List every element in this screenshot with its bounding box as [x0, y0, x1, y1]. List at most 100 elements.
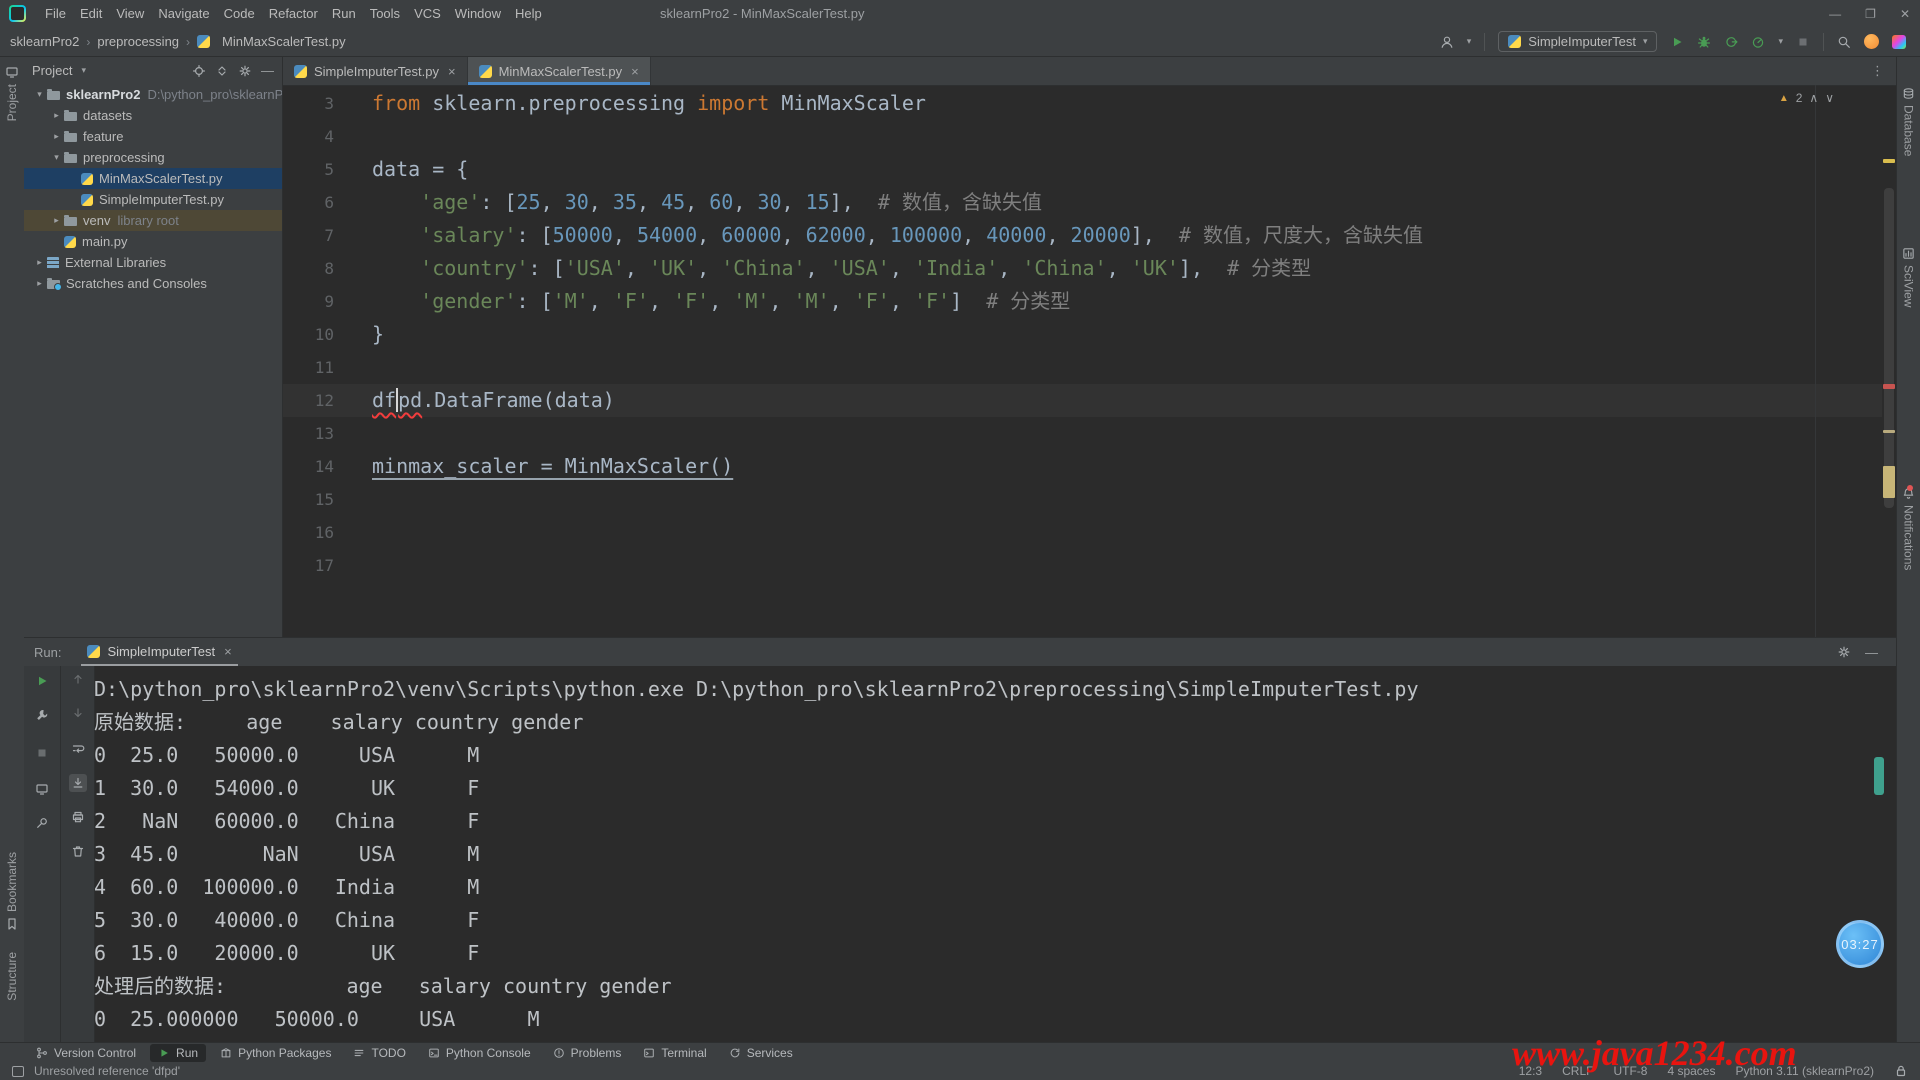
profiler-dropdown-icon[interactable]: ▾	[1778, 36, 1783, 47]
code-line-13[interactable]: 13	[283, 417, 1882, 450]
line-number[interactable]: 14	[283, 450, 360, 483]
clear-console-icon[interactable]	[71, 844, 85, 858]
code-line-12[interactable]: 12dfpd.DataFrame(data)	[283, 384, 1882, 417]
menu-run[interactable]: Run	[325, 2, 363, 25]
line-number[interactable]: 7	[283, 219, 360, 252]
prev-problem-icon[interactable]: ∧	[1809, 91, 1818, 105]
line-number[interactable]: 13	[283, 417, 360, 450]
menu-navigate[interactable]: Navigate	[151, 2, 216, 25]
menu-file[interactable]: File	[38, 2, 73, 25]
code-line-9[interactable]: 9 'gender': ['M', 'F', 'F', 'M', 'M', 'F…	[283, 285, 1882, 318]
minimize-icon[interactable]: —	[1829, 7, 1841, 21]
tool-stripe-structure[interactable]: Structure	[0, 952, 24, 1001]
scroll-to-end-icon[interactable]	[69, 774, 87, 792]
close-icon[interactable]: ✕	[1900, 7, 1910, 21]
scrollbar-thumb[interactable]	[1884, 188, 1894, 508]
stripe-mark-block[interactable]	[1883, 466, 1895, 498]
inspections-widget[interactable]: ▲ 2 ∧ ∨	[1779, 91, 1834, 105]
tool-stripe-notifications[interactable]: Notifications	[1897, 487, 1920, 570]
tree-item-main-py[interactable]: main.py	[24, 231, 282, 252]
line-number[interactable]: 6	[283, 186, 360, 219]
debug-button[interactable]	[1697, 35, 1711, 49]
tool-window-button-python-packages[interactable]: Python Packages	[212, 1044, 339, 1062]
tool-stripe-project[interactable]: Project	[0, 65, 24, 121]
breadcrumb-item[interactable]: preprocessing	[97, 34, 179, 49]
tool-stripe-database[interactable]: Database	[1897, 87, 1920, 156]
tool-window-button-python-console[interactable]: Python Console	[420, 1044, 539, 1062]
tree-item-minmaxscalertest-py[interactable]: MinMaxScalerTest.py	[24, 168, 282, 189]
editor-tab-options-icon[interactable]: ⋮	[1859, 57, 1896, 85]
error-stripe-mark[interactable]	[1883, 384, 1895, 389]
run-config-select[interactable]: SimpleImputerTest ▾	[1498, 31, 1657, 52]
tree-item-feature[interactable]: ▸feature	[24, 126, 282, 147]
line-number[interactable]: 8	[283, 252, 360, 285]
tree-item-preprocessing[interactable]: ▾preprocessing	[24, 147, 282, 168]
warning-stripe-mark[interactable]	[1883, 159, 1895, 163]
tree-item-simpleimputertest-py[interactable]: SimpleImputerTest.py	[24, 189, 282, 210]
tree-item-datasets[interactable]: ▸datasets	[24, 105, 282, 126]
project-view-dropdown-icon[interactable]: ▾	[81, 65, 86, 76]
tree-chevron-icon[interactable]: ▸	[32, 257, 47, 268]
stripe-mark[interactable]	[1883, 430, 1895, 433]
tool-stripe-bookmarks[interactable]: Bookmarks	[0, 852, 24, 931]
line-number[interactable]: 12	[283, 384, 360, 417]
rerun-button[interactable]	[35, 674, 49, 688]
code-line-11[interactable]: 11	[283, 351, 1882, 384]
code-line-7[interactable]: 7 'salary': [50000, 54000, 60000, 62000,…	[283, 219, 1882, 252]
search-everywhere-icon[interactable]	[1837, 35, 1851, 49]
select-opened-file-icon[interactable]	[192, 64, 206, 78]
tree-item-scratches-and-consoles[interactable]: ▸Scratches and Consoles	[24, 273, 282, 294]
tree-item-venv[interactable]: ▸venvlibrary root	[24, 210, 282, 231]
menu-code[interactable]: Code	[217, 2, 262, 25]
console-scrollbar-thumb[interactable]	[1874, 757, 1884, 795]
settings-icon[interactable]	[238, 64, 252, 78]
close-icon[interactable]: ×	[448, 64, 456, 79]
tool-window-button-run[interactable]: Run	[150, 1044, 206, 1062]
tool-window-button-todo[interactable]: TODO	[345, 1044, 413, 1062]
soft-wrap-icon[interactable]	[71, 742, 85, 756]
tool-window-button-version-control[interactable]: Version Control	[28, 1044, 144, 1062]
menu-window[interactable]: Window	[448, 2, 508, 25]
tree-chevron-icon[interactable]: ▾	[49, 152, 64, 163]
code-line-8[interactable]: 8 'country': ['USA', 'UK', 'China', 'USA…	[283, 252, 1882, 285]
menu-refactor[interactable]: Refactor	[262, 2, 325, 25]
coverage-button[interactable]	[1724, 35, 1738, 49]
code-line-3[interactable]: 3from sklearn.preprocessing import MinMa…	[283, 87, 1882, 120]
user-profile-icon[interactable]	[1440, 35, 1454, 49]
menu-vcs[interactable]: VCS	[407, 2, 448, 25]
tool-stripe-sciview[interactable]: SciView	[1897, 247, 1920, 307]
editor-tab-simpleimputertest-py[interactable]: SimpleImputerTest.py×	[283, 57, 468, 85]
breadcrumb-item[interactable]: sklearnPro2	[10, 34, 79, 49]
tree-chevron-icon[interactable]: ▸	[49, 110, 64, 121]
jetbrains-toolbox-icon[interactable]	[1892, 35, 1906, 49]
run-tab[interactable]: SimpleImputerTest ×	[81, 638, 237, 666]
restore-icon[interactable]: ❐	[1865, 7, 1876, 21]
editor-scrollbar[interactable]	[1882, 85, 1896, 637]
line-number[interactable]: 11	[283, 351, 360, 384]
tool-window-button-terminal[interactable]: Terminal	[635, 1044, 714, 1062]
run-settings-icon[interactable]	[1837, 645, 1851, 659]
print-icon[interactable]	[71, 810, 85, 824]
code-line-14[interactable]: 14minmax_scaler = MinMaxScaler()	[283, 450, 1882, 483]
edit-configuration-icon[interactable]	[35, 708, 49, 722]
code-line-15[interactable]: 15	[283, 483, 1882, 516]
line-number[interactable]: 17	[283, 549, 360, 582]
code-line-10[interactable]: 10}	[283, 318, 1882, 351]
update-badge-icon[interactable]	[1864, 34, 1879, 49]
code-line-16[interactable]: 16	[283, 516, 1882, 549]
menu-tools[interactable]: Tools	[363, 2, 407, 25]
readonly-lock-icon[interactable]	[1894, 1064, 1908, 1078]
line-number[interactable]: 16	[283, 516, 360, 549]
menu-edit[interactable]: Edit	[73, 2, 109, 25]
tree-item-external-libraries[interactable]: ▸External Libraries	[24, 252, 282, 273]
hide-panel-icon[interactable]: —	[261, 63, 274, 78]
line-number[interactable]: 5	[283, 153, 360, 186]
close-icon[interactable]: ×	[631, 64, 639, 79]
line-number[interactable]: 15	[283, 483, 360, 516]
code-line-4[interactable]: 4	[283, 120, 1882, 153]
restore-layout-icon[interactable]	[35, 782, 49, 796]
memory-indicator-icon[interactable]	[12, 1066, 24, 1077]
tree-item-sklearnpro2[interactable]: ▾sklearnPro2D:\python_pro\sklearnPro2	[24, 84, 282, 105]
breadcrumb-item[interactable]: MinMaxScalerTest.py	[222, 34, 346, 49]
pin-tab-icon[interactable]	[35, 816, 49, 830]
